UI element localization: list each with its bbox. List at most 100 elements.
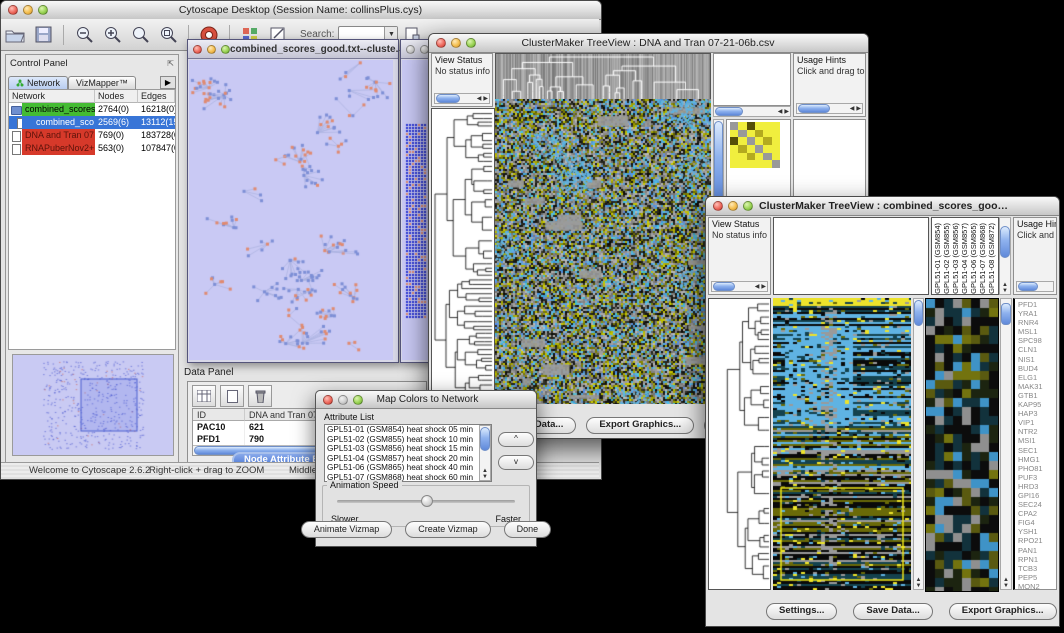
new-attribute-icon[interactable] <box>220 385 244 407</box>
gene-label[interactable]: TCB3 <box>1018 564 1056 573</box>
tv2-column-dendrogram[interactable] <box>773 217 929 295</box>
tv1-column-dendrogram[interactable] <box>495 53 711 101</box>
float-panel-icon[interactable]: ⇱ <box>167 59 174 68</box>
open-folder-icon[interactable] <box>3 23 27 47</box>
tv2-status-scrollbar[interactable]: ◀▶ <box>711 281 768 292</box>
network-list-row[interactable]: RNAPuberNov2+ 563(0) 107847(0) <box>9 142 175 155</box>
tv2-v-scrollbar[interactable]: ▲▼ <box>913 298 924 590</box>
delete-attribute-icon[interactable] <box>248 385 272 407</box>
gene-label[interactable]: NIS1 <box>1018 355 1056 364</box>
attribute-item[interactable]: GPL51-01 (GSM854) heat shock 05 min <box>327 425 491 435</box>
network-list-row[interactable]: DNA and Tran 07 769(0) 183728(0) <box>9 129 175 142</box>
gene-label[interactable]: SEC24 <box>1018 500 1056 509</box>
gene-label[interactable]: VIP1 <box>1018 418 1056 427</box>
gene-label[interactable]: PUF3 <box>1018 473 1056 482</box>
gene-label[interactable]: MON2 <box>1018 582 1056 590</box>
gene-label[interactable]: KAP95 <box>1018 400 1056 409</box>
attribute-item[interactable]: GPL51-02 (GSM855) heat shock 10 min <box>327 435 491 445</box>
network-overview-thumbnail[interactable] <box>12 354 174 456</box>
gene-label[interactable]: CLN1 <box>1018 345 1056 354</box>
gene-label[interactable]: HAP3 <box>1018 409 1056 418</box>
tv2-collabel-scrollbar[interactable]: ▲▼ <box>999 217 1011 295</box>
tv2-heatmap[interactable] <box>773 298 911 590</box>
tab-network[interactable]: Network <box>8 76 68 89</box>
tv1-collabel-scrollbar[interactable]: ◀▶ <box>713 106 791 117</box>
tv1-button[interactable]: Export Graphics... <box>586 417 694 434</box>
gene-label[interactable]: SEC1 <box>1018 446 1056 455</box>
network-list-row[interactable]: combined_scores 2764(0) 16218(0) <box>9 103 175 116</box>
treeview1-title-bar[interactable]: ClusterMaker TreeView : DNA and Tran 07-… <box>429 34 868 53</box>
gene-label[interactable]: RNR4 <box>1018 318 1056 327</box>
network-canvas[interactable] <box>189 60 393 360</box>
zoom-out-icon[interactable] <box>72 23 96 47</box>
gene-label[interactable]: RPN1 <box>1018 555 1056 564</box>
minimize-button[interactable] <box>728 201 738 211</box>
attribute-table-icon[interactable] <box>192 385 216 407</box>
network-list-row[interactable]: combined_sco 2569(6) 13112(15) <box>9 116 175 129</box>
gene-label[interactable]: ELG1 <box>1018 373 1056 382</box>
minimize-button[interactable] <box>338 395 348 405</box>
tv2-row-dendrogram[interactable] <box>708 298 771 590</box>
tv2-zoom-heatmap[interactable] <box>925 298 999 592</box>
close-button[interactable] <box>436 38 446 48</box>
zoom-fit-icon[interactable] <box>128 23 152 47</box>
column-label[interactable]: GPL51-03 (GSM856) <box>951 223 960 294</box>
column-label[interactable]: GPL51-04 (GSM857) <box>960 223 969 294</box>
zoom-button[interactable] <box>38 5 48 15</box>
close-button[interactable] <box>8 5 18 15</box>
gene-label[interactable]: CPA2 <box>1018 509 1056 518</box>
column-label[interactable]: GPL51-07 (GSM868) <box>978 223 987 294</box>
gene-label[interactable]: NTR2 <box>1018 427 1056 436</box>
tv1-heatmap[interactable] <box>495 99 711 404</box>
more-tabs-button[interactable]: ▶ <box>160 76 176 89</box>
gene-label[interactable]: FIG4 <box>1018 518 1056 527</box>
tv1-hints-scrollbar[interactable]: ◀▶ <box>796 103 863 114</box>
tab-vizmapper[interactable]: VizMapper™ <box>68 76 136 89</box>
tv1-row-dendrogram[interactable] <box>431 108 495 406</box>
zoom-button[interactable] <box>743 201 753 211</box>
gene-label[interactable]: PAN1 <box>1018 546 1056 555</box>
gene-label[interactable]: GTB1 <box>1018 391 1056 400</box>
gene-label[interactable]: RPO21 <box>1018 536 1056 545</box>
column-label[interactable]: GPL51-02 (GSM855) <box>942 223 951 294</box>
gene-label[interactable]: PHO81 <box>1018 464 1056 473</box>
zoom-button[interactable] <box>353 395 363 405</box>
attribute-item[interactable]: GPL51-03 (GSM856) heat shock 15 min <box>327 444 491 454</box>
gene-label[interactable]: YRA1 <box>1018 309 1056 318</box>
gene-label[interactable]: PFD1 <box>1018 300 1056 309</box>
minimize-button[interactable] <box>23 5 33 15</box>
tv2-zoom-scrollbar[interactable]: ▲▼ <box>1000 298 1012 590</box>
zoom-button[interactable] <box>221 45 230 54</box>
close-button[interactable] <box>713 201 723 211</box>
column-label[interactable]: GPL51-08 (GSM872) <box>987 223 996 294</box>
move-up-button[interactable]: ^ <box>498 432 534 447</box>
zoom-in-icon[interactable] <box>100 23 124 47</box>
tv1-status-scrollbar[interactable]: ◀▶ <box>434 93 490 104</box>
dialog-title-bar[interactable]: Map Colors to Network <box>316 391 536 409</box>
tv2-button[interactable]: Export Graphics... <box>949 603 1057 620</box>
gene-label[interactable]: HMG1 <box>1018 455 1056 464</box>
gene-label[interactable]: YSH1 <box>1018 527 1056 536</box>
animation-speed-slider[interactable] <box>337 500 515 503</box>
gene-label[interactable]: MSI1 <box>1018 436 1056 445</box>
gene-label[interactable]: MSL1 <box>1018 327 1056 336</box>
slider-thumb[interactable] <box>421 495 433 507</box>
column-label[interactable]: GPL51-01 (GSM854) <box>933 223 942 294</box>
save-icon[interactable] <box>31 23 55 47</box>
tv1-zoom-matrix[interactable] <box>730 122 780 168</box>
tv2-hints-scrollbar[interactable] <box>1016 281 1054 292</box>
zoom-button[interactable] <box>466 38 476 48</box>
attribute-item[interactable]: GPL51-04 (GSM857) heat shock 20 min <box>327 454 491 464</box>
tv2-button[interactable]: Save Data... <box>853 603 932 620</box>
network-canvas-2[interactable] <box>402 60 430 360</box>
gene-label[interactable]: SPC98 <box>1018 336 1056 345</box>
network-view-title-bar[interactable]: combined_scores_good.txt--cluste... <box>188 40 398 59</box>
minimize-button[interactable] <box>451 38 461 48</box>
zoom-selected-icon[interactable] <box>156 23 180 47</box>
minimize-button[interactable] <box>207 45 216 54</box>
attribute-list-scrollbar[interactable]: ▲▼ <box>479 425 491 481</box>
move-down-button[interactable]: v <box>498 455 534 470</box>
gene-label[interactable]: PEP5 <box>1018 573 1056 582</box>
attribute-item[interactable]: GPL51-06 (GSM865) heat shock 40 min <box>327 463 491 473</box>
column-label[interactable]: GPL51-06 (GSM865) <box>969 223 978 294</box>
